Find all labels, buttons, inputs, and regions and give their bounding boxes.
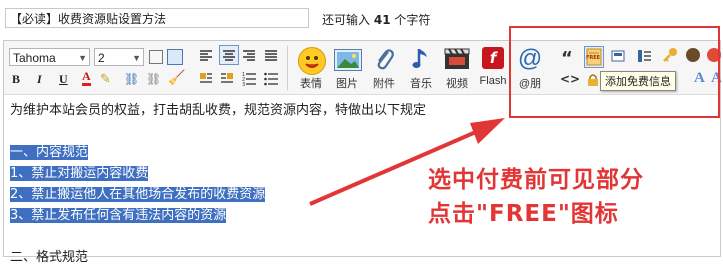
svg-text:3: 3 xyxy=(242,82,245,86)
font-family-value: Tahoma xyxy=(13,51,56,65)
char-count-hint: 还可输入 41 个字符 xyxy=(322,11,430,28)
underline-button[interactable]: U xyxy=(59,72,68,87)
content-line-text: 2、禁止搬运他人在其他场合发布的收费资源 xyxy=(10,187,266,202)
content-line xyxy=(10,226,426,247)
bold-button[interactable]: B xyxy=(12,72,20,87)
unlink-icon[interactable]: ⛓ xyxy=(146,72,161,86)
font-color-box-icon[interactable] xyxy=(149,50,163,64)
float-left-icon[interactable] xyxy=(198,70,214,86)
content-line-text: 1、禁止对搬运内容收费 xyxy=(10,166,149,181)
annotation-highlight-box xyxy=(509,26,720,118)
hint-suffix: 个字符 xyxy=(394,13,431,27)
title-value: 【必读】收费资源贴设置方法 xyxy=(10,12,167,26)
clear-format-brush-icon[interactable]: 🧹 xyxy=(168,70,185,86)
unordered-list-icon[interactable] xyxy=(263,70,279,86)
highlight-pen-icon[interactable]: ✎ xyxy=(100,72,111,87)
paperclip-icon[interactable] xyxy=(373,46,395,72)
align-right-icon[interactable] xyxy=(241,47,257,63)
hint-prefix: 还可输入 xyxy=(322,13,371,27)
music-button-label[interactable]: 音乐 xyxy=(404,75,438,91)
music-note-icon[interactable] xyxy=(411,46,431,72)
float-right-icon[interactable] xyxy=(219,70,235,86)
font-family-select[interactable]: Tahoma ▼ xyxy=(9,48,90,66)
emoji-button-label[interactable]: 表情 xyxy=(294,75,328,91)
content-line-text: 一、内容规范 xyxy=(10,145,89,160)
table-icon[interactable] xyxy=(167,49,183,65)
smiley-icon[interactable] xyxy=(298,47,326,75)
image-button-label[interactable]: 图片 xyxy=(330,75,364,91)
annotation-text-line1: 选中付费前可见部分 xyxy=(428,167,644,193)
hint-count: 41 xyxy=(373,13,391,27)
flash-icon[interactable]: f xyxy=(482,47,504,69)
content-line-text: 二、格式规范 xyxy=(10,250,89,265)
link-icon[interactable]: ⛓ xyxy=(124,72,139,86)
title-input[interactable]: 【必读】收费资源贴设置方法 xyxy=(5,8,309,28)
annotation-text-line2: 点击"FREE"图标 xyxy=(428,201,619,227)
justify-icon[interactable] xyxy=(263,47,279,63)
content-line-text: 3、禁止发布任何含有违法内容的资源 xyxy=(10,208,227,223)
video-button-label[interactable]: 视频 xyxy=(440,75,474,91)
text-color-button[interactable]: A xyxy=(82,70,91,86)
chevron-down-icon: ▼ xyxy=(132,53,141,63)
align-left-icon[interactable] xyxy=(198,47,214,63)
ordered-list-icon[interactable]: 123 xyxy=(241,70,257,88)
font-size-select[interactable]: 2 ▼ xyxy=(94,48,144,66)
content-line: 二、格式规范 xyxy=(10,247,426,268)
chevron-down-icon: ▼ xyxy=(78,53,87,63)
italic-button[interactable]: I xyxy=(37,72,42,87)
font-size-value: 2 xyxy=(98,51,105,65)
flash-button-label[interactable]: Flash xyxy=(476,75,510,87)
video-icon[interactable] xyxy=(443,47,471,71)
attachment-button-label[interactable]: 附件 xyxy=(367,75,401,91)
toolbar-divider xyxy=(287,46,288,90)
align-center-icon[interactable] xyxy=(219,45,239,65)
image-icon[interactable] xyxy=(334,49,362,71)
